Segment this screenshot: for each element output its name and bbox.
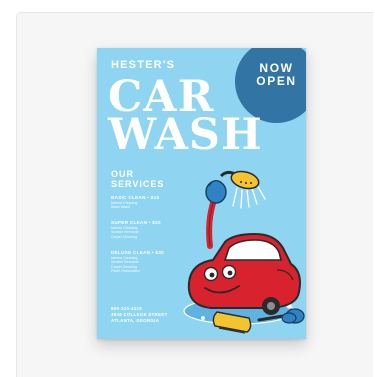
- contact-info: 800-123-4219 3948 COLLEGE STREET ATLANTA…: [111, 306, 167, 324]
- badge-line-2: OPEN: [256, 74, 297, 88]
- cartoon-car-illustration: [183, 170, 305, 334]
- services-heading-line-1: OUR: [111, 169, 134, 179]
- headline-line-2: WASH: [108, 110, 263, 160]
- city-state: ATLANTA, GEORGIA: [111, 318, 160, 323]
- package-detail: Panel Restoration: [111, 269, 140, 274]
- package-detail: Basic Wash: [111, 205, 130, 210]
- services-heading-line-2: SERVICES: [111, 179, 165, 189]
- raised-glove-icon: [205, 180, 227, 249]
- package-deluxe: DELUXE CLEAN • $30 Interior Cleaning Scr…: [111, 250, 164, 274]
- brush-glove-icon: [281, 312, 297, 324]
- package-detail: Carpet Cleaning: [111, 234, 137, 239]
- business-name: HESTER'S: [111, 59, 176, 71]
- red-car-icon: [187, 232, 301, 315]
- package-super: SUPER CLEAN • $20 Interior Cleaning Scra…: [111, 220, 161, 239]
- car-wash-flyer[interactable]: HESTER'S NOW OPEN CAR WASH OUR SERVICES …: [97, 48, 306, 339]
- package-basic: BASIC CLEAN • $15 Interior Cleaning Basi…: [111, 195, 159, 210]
- services-heading: OUR SERVICES: [111, 169, 164, 189]
- shower-head-icon: [219, 170, 260, 190]
